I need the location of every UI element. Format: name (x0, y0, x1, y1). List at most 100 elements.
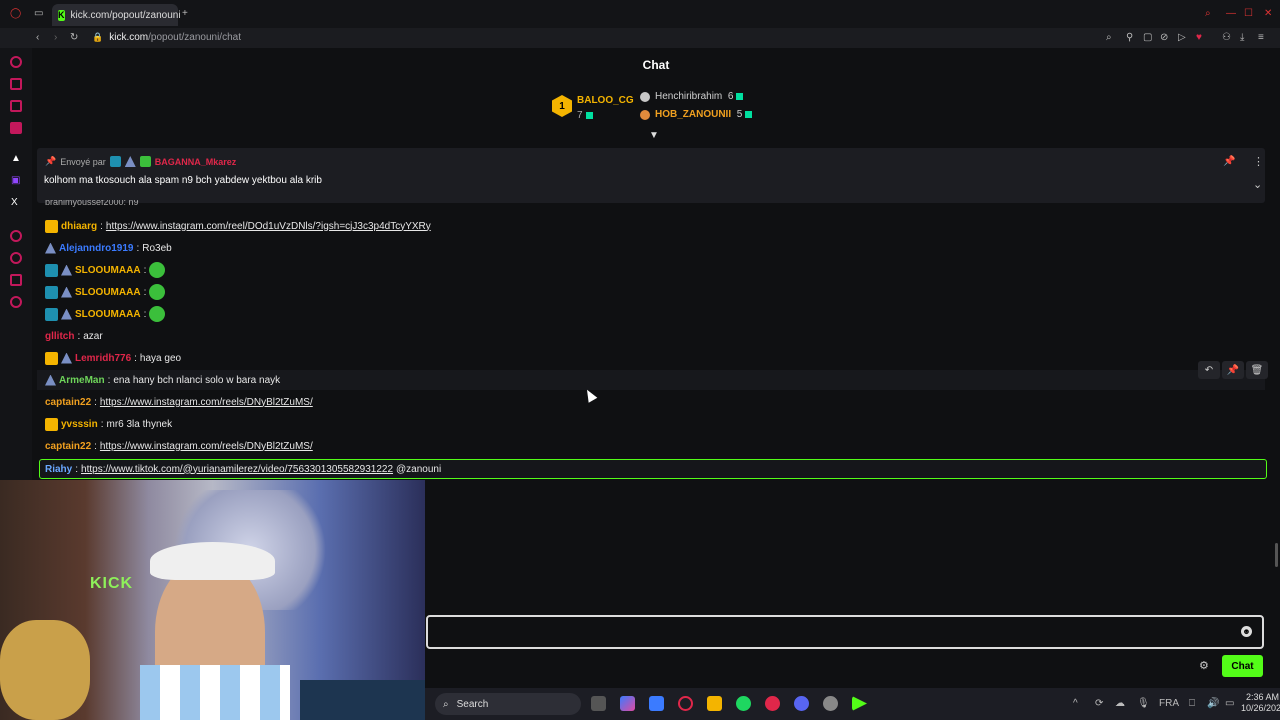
chat-input[interactable]: ☻ (426, 615, 1264, 649)
message-text: ena hany bch nlanci solo w bara nayk (113, 374, 281, 386)
message-user[interactable]: gllitch (45, 331, 74, 342)
message-user[interactable]: Alejanndro1919 (59, 243, 133, 254)
browser-tab-bar: ◯ ▭ K kick.com/popout/zanouni + ⌕ — ☐ ✕ (0, 0, 1280, 28)
sidebar-x-icon[interactable]: X (11, 197, 18, 209)
message-separator: : (100, 418, 104, 430)
opera-taskbar-icon[interactable] (678, 696, 693, 711)
mod-badge-icon (45, 242, 56, 254)
battery-icon[interactable]: ▭ (1225, 698, 1234, 710)
maximize-icon[interactable]: ☐ (1244, 8, 1253, 20)
steam-icon[interactable] (823, 696, 838, 711)
message-link[interactable]: https://www.instagram.com/reels/DNyBl2tZ… (100, 397, 313, 408)
message-user[interactable]: captain22 (45, 397, 91, 408)
menu-icon[interactable]: ≡ (1258, 32, 1264, 44)
send-chat-button[interactable]: Chat (1222, 655, 1263, 677)
store-icon[interactable] (649, 696, 664, 711)
kick-app-icon[interactable] (852, 696, 867, 711)
leader-second-count: 6 (727, 91, 734, 102)
message-link[interactable]: https://www.instagram.com/reels/DNyBl2tZ… (100, 441, 313, 452)
message-user[interactable]: Lemridh776 (75, 353, 131, 364)
chat-settings-gear-icon[interactable]: ⚙ (1199, 659, 1209, 672)
url-field[interactable]: 🔒 kick.com/popout/zanouni/chat (92, 30, 241, 44)
subscriber-badge-icon (45, 285, 58, 299)
message-user[interactable]: SLOOUMAAA (75, 287, 141, 298)
partial-message: brahimyoussef2000: n9 (45, 200, 139, 207)
message-separator: : (134, 352, 137, 364)
tab-menu-icon[interactable]: ▭ (34, 8, 43, 20)
url-path: /popout/zanouni/chat (148, 31, 241, 43)
back-icon[interactable]: ‹ (36, 32, 39, 44)
clock[interactable]: 2:36 AM 10/26/2025 (1241, 692, 1280, 714)
message-user[interactable]: SLOOUMAAA (75, 309, 141, 320)
download-icon[interactable]: ⤓ (1240, 32, 1244, 44)
expand-pinned-icon[interactable]: ⌄ (1253, 178, 1262, 191)
sidebar-aria-icon[interactable] (10, 78, 22, 90)
microphone-icon[interactable]: 🎙 (1137, 698, 1150, 710)
message-user[interactable]: captain22 (45, 441, 91, 452)
task-view-icon[interactable] (591, 696, 606, 711)
jersey (140, 665, 290, 720)
emoji-picker-icon[interactable]: ☻ (1241, 626, 1252, 637)
search-placeholder: Search (456, 698, 489, 710)
unpin-icon[interactable]: 📌 (1223, 156, 1235, 167)
reply-icon[interactable]: ↶ (1198, 361, 1220, 379)
tray-overflow-icon[interactable]: ^ (1073, 698, 1078, 710)
app-icon[interactable] (765, 696, 780, 711)
network-icon[interactable]: ⎕ (1189, 698, 1195, 710)
profile-icon[interactable]: ⚇ (1222, 32, 1231, 44)
sidebar-player-icon[interactable] (10, 230, 22, 242)
message-link[interactable]: https://www.instagram.com/reel/DOd1uVzDN… (106, 221, 431, 232)
chat-message: gllitch: azar (45, 327, 103, 345)
sidebar-history-icon[interactable] (10, 252, 22, 264)
collapse-leaderboard-icon[interactable]: ▼ (649, 130, 659, 141)
file-explorer-icon[interactable] (707, 696, 722, 711)
reload-icon[interactable]: ↻ (70, 32, 78, 44)
sidebar-app-icon[interactable] (10, 122, 22, 134)
message-user[interactable]: Riahy (45, 464, 72, 475)
search-tabs-icon[interactable]: ⌕ (1205, 8, 1211, 20)
leader-third-name[interactable]: HOB_ZANOUNII (655, 109, 731, 120)
forward-icon[interactable]: › (54, 32, 57, 44)
copilot-icon[interactable] (620, 696, 635, 711)
close-window-icon[interactable]: ✕ (1264, 8, 1272, 20)
onedrive-icon[interactable]: ☁ (1115, 698, 1125, 710)
sidebar-extensions-icon[interactable] (10, 274, 22, 286)
scrollbar-thumb[interactable] (1275, 543, 1278, 567)
volume-icon[interactable]: 🔊 (1207, 698, 1219, 710)
sidebar-messenger-icon[interactable] (10, 100, 22, 112)
discord-icon[interactable] (794, 696, 809, 711)
message-user[interactable]: ArmeMan (59, 375, 105, 386)
sidebar-kick-icon[interactable]: ▲ (11, 153, 21, 165)
new-tab-icon[interactable]: + (182, 8, 188, 20)
browser-tab[interactable]: K kick.com/popout/zanouni (52, 4, 181, 26)
taskbar-search[interactable]: ⌕ Search (435, 693, 581, 715)
subscriber-badge-icon (109, 156, 121, 167)
message-link[interactable]: https://www.tiktok.com/@yurianamilerez/v… (81, 464, 393, 475)
message-user[interactable]: dhiaarg (61, 221, 97, 232)
leader-second-name[interactable]: Henchiribrahim (655, 91, 722, 102)
sidebar-twitch-icon[interactable]: ▣ (11, 175, 20, 187)
message-user[interactable]: SLOOUMAAA (75, 265, 141, 276)
more-options-icon[interactable]: ⋮ (1253, 155, 1264, 168)
mod-badge-icon (61, 264, 72, 276)
pinned-sender[interactable]: BAGANNA_Mkarez (155, 157, 237, 167)
language-indicator[interactable]: FRA (1159, 698, 1179, 710)
video-popout-icon[interactable]: ▷ (1178, 32, 1186, 44)
snapshot-icon[interactable]: ▢ (1143, 32, 1152, 44)
heart-icon[interactable]: ♥ (1196, 32, 1202, 44)
pin-message-icon[interactable]: 📌 (1222, 361, 1244, 379)
subscriber-badge-icon (45, 263, 58, 277)
opera-logo-icon[interactable]: ◯ (10, 8, 21, 20)
zoom-icon[interactable]: ⌕ (1106, 32, 1112, 44)
leader-first-name[interactable]: BALOO_CG (577, 95, 634, 106)
message-user[interactable]: yvsssin (61, 419, 98, 430)
sidebar-speed-dial-icon[interactable] (10, 56, 22, 68)
adblock-icon[interactable]: ⊘ (1160, 32, 1168, 44)
delete-icon[interactable]: 🗑 (1246, 361, 1268, 379)
tray-app-icon[interactable]: ⟳ (1095, 698, 1103, 710)
pin-icon[interactable]: ⚲ (1126, 32, 1133, 44)
sidebar-settings-icon[interactable] (10, 296, 22, 308)
spotify-icon[interactable] (736, 696, 751, 711)
minimize-icon[interactable]: — (1226, 8, 1236, 20)
desk-item (300, 680, 425, 720)
